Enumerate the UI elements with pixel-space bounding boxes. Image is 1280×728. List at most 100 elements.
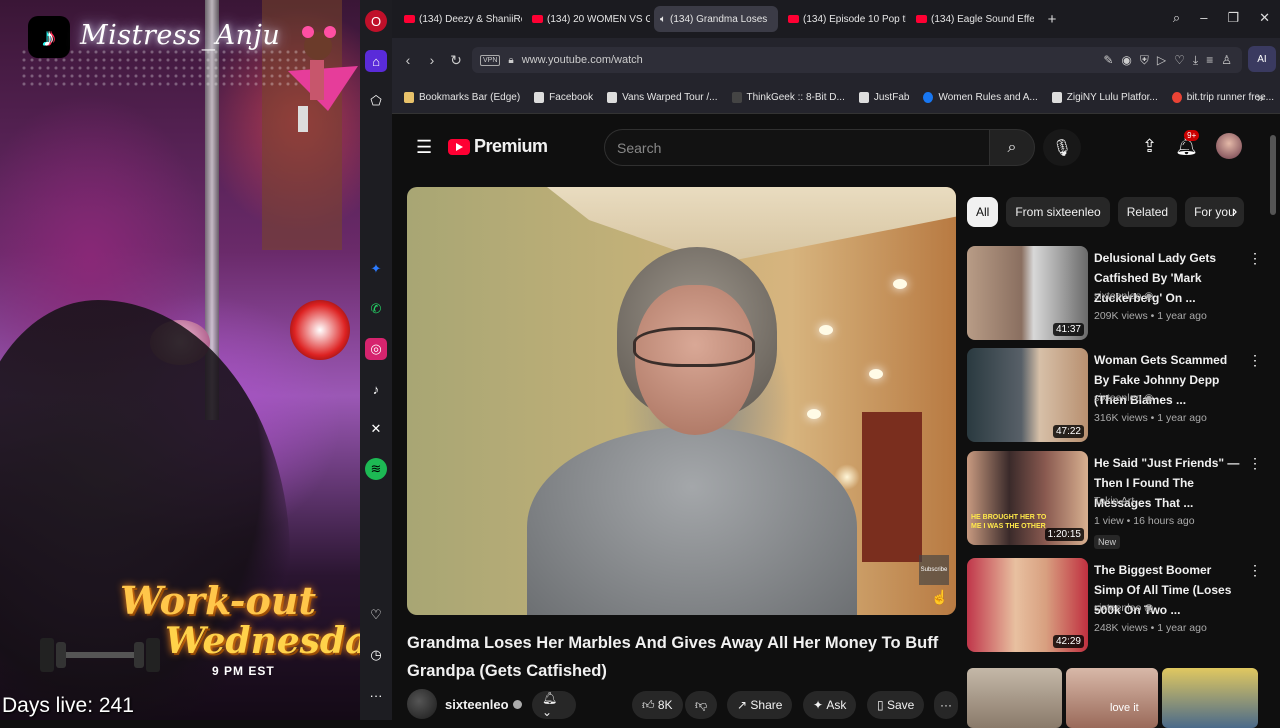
forward-button[interactable]: › <box>420 52 444 68</box>
dislike-button[interactable]: 👎︎ <box>685 691 718 719</box>
aria-ai-button[interactable]: AI <box>1248 46 1276 72</box>
recommendation-channel[interactable]: sixteenleo ◉ <box>1094 290 1153 302</box>
search-tabs-icon[interactable]: ⌕ <box>1173 10 1180 26</box>
save-button[interactable]: ▯ Save <box>867 691 925 719</box>
more-vert-icon[interactable]: ⋮ <box>1248 562 1262 579</box>
user-avatar[interactable] <box>1216 133 1242 159</box>
url-text[interactable]: www.youtube.com/watch <box>522 54 643 66</box>
video-duration: 42:29 <box>1052 635 1084 648</box>
tab[interactable]: (134) Episode 10 Pop the <box>782 6 906 32</box>
page-scrollbar[interactable] <box>1270 135 1276 215</box>
tab[interactable]: (134) Eagle Sound Effect <box>910 6 1034 32</box>
channel-name[interactable]: sixteenleo <box>445 697 509 712</box>
camera-icon[interactable]: ◉ <box>1121 53 1131 68</box>
recommendation-channel[interactable]: sixteenleo ◉ <box>1094 392 1153 404</box>
address-bar-actions: ✎ ◉ ⛨ ▷ ♡ ⤓ ≡ ♙ <box>1103 53 1232 68</box>
more-options-icon[interactable]: ··· <box>365 684 387 706</box>
new-tab-button[interactable]: + <box>1042 11 1062 28</box>
x-twitter-icon[interactable]: ✕ <box>365 418 387 440</box>
bookmark-item[interactable]: ZigiNY Lulu Platfor... <box>1051 92 1158 103</box>
bookmark-item[interactable]: Women Rules and A... <box>923 92 1038 103</box>
video-thumbnail[interactable] <box>967 668 1062 728</box>
video-thumbnail[interactable]: 41:37 <box>967 246 1088 340</box>
like-button[interactable]: 👍︎ 8K <box>632 691 683 719</box>
search-input[interactable]: Search <box>604 129 989 166</box>
notifications-bell-icon[interactable]: 🔔︎ 9+ <box>1175 129 1200 157</box>
tab[interactable]: (134) 20 WOMEN VS GLO <box>526 6 650 32</box>
messenger-icon[interactable]: ✦ <box>365 258 387 280</box>
chip-related[interactable]: Related <box>1117 197 1178 227</box>
video-thumbnail[interactable]: 42:29 <box>967 558 1088 652</box>
dumbbell-icon <box>40 638 160 672</box>
tab-label: (134) Grandma Loses <box>670 13 768 25</box>
ask-button[interactable]: ✦ Ask <box>803 691 857 719</box>
bookmark-item[interactable]: Vans Warped Tour /... <box>607 92 718 103</box>
channel-avatar[interactable] <box>407 689 437 719</box>
menu-icon[interactable]: ≡ <box>1206 53 1213 68</box>
bookmark-item[interactable]: Bookmarks Bar (Edge) <box>404 92 520 103</box>
address-bar[interactable]: VPN 🔒︎ www.youtube.com/watch ✎ ◉ ⛨ ▷ ♡ ⤓… <box>472 47 1242 73</box>
minimize-button[interactable]: – <box>1200 10 1207 26</box>
subscribe-watermark[interactable]: Subscribe <box>919 555 949 585</box>
video-thumbnail[interactable]: love it <box>1066 668 1158 728</box>
recommendation-item[interactable]: 47:22 Woman Gets Scammed By Fake Johnny … <box>967 348 1267 444</box>
profile-icon[interactable]: ♙ <box>1221 53 1232 68</box>
voice-search-button[interactable]: 🎙︎ <box>1043 129 1081 166</box>
tiktok-icon[interactable]: ♪ <box>365 378 387 400</box>
play-icon[interactable]: ▷ <box>1157 53 1166 68</box>
lock-icon[interactable]: 🔒︎ <box>508 55 513 66</box>
vpn-badge[interactable]: VPN <box>480 54 501 66</box>
youtube-header: ☰ Premium Search ⌕ 🎙︎ ⇪ 🔔︎ 9+ <box>392 115 1280 215</box>
upload-icon[interactable]: ⇪ <box>1142 136 1157 157</box>
instagram-icon[interactable]: ◎ <box>365 338 387 360</box>
favorites-heart-icon[interactable]: ♡ <box>365 604 387 626</box>
chevron-right-icon[interactable]: › <box>1232 203 1237 221</box>
back-button[interactable]: ‹ <box>396 52 420 68</box>
browser-sidebar: O ⌂ ⬠ ✦ ✆ ◎ ♪ ✕ ≋ ♡ ◷ ··· <box>360 0 392 720</box>
whatsapp-icon[interactable]: ✆ <box>365 298 387 320</box>
more-vert-icon[interactable]: ⋮ <box>1248 250 1262 267</box>
hamburger-menu-icon[interactable]: ☰ <box>416 137 432 158</box>
edit-icon[interactable]: ✎ <box>1103 53 1113 68</box>
more-vert-icon[interactable]: ⋮ <box>1248 352 1262 369</box>
spotify-icon[interactable]: ≋ <box>365 458 387 480</box>
video-thumbnail[interactable] <box>1162 668 1258 728</box>
youtube-logo[interactable]: Premium <box>448 136 548 157</box>
notification-bell-button[interactable]: 🔔︎ ⌄ <box>532 691 576 719</box>
reload-button[interactable]: ↻ <box>444 52 468 69</box>
more-vert-icon[interactable]: ⋮ <box>1248 455 1262 472</box>
bookmark-item[interactable]: JustFab <box>858 92 909 103</box>
video-thumbnail[interactable]: HE BROUGHT HER TO ME I WAS THE OTHER 1:2… <box>967 451 1088 545</box>
close-button[interactable]: ✕ <box>1259 10 1270 26</box>
shield-icon[interactable]: ⛨ <box>1140 53 1149 68</box>
sparkle-icon: ✦ <box>813 698 824 712</box>
share-button[interactable]: ↗ Share <box>727 691 793 719</box>
recommendation-item[interactable]: 42:29 The Biggest Boomer Simp Of All Tim… <box>967 558 1267 654</box>
tab[interactable]: (134) Deezy & ShaniiRose <box>398 6 522 32</box>
video-thumbnail[interactable]: 47:22 <box>967 348 1088 442</box>
bookmark-item[interactable]: Facebook <box>534 92 593 103</box>
bookmarks-overflow-icon[interactable]: » <box>1257 90 1264 105</box>
filter-chips: All From sixteenleo Related For you <box>967 197 1257 227</box>
chip-all[interactable]: All <box>967 197 999 227</box>
chip-from-channel[interactable]: From sixteenleo <box>1006 197 1110 227</box>
bookmark-item[interactable]: ThinkGeek :: 8-Bit D... <box>731 92 845 103</box>
heart-icon[interactable]: ♡ <box>1174 53 1185 68</box>
maximize-button[interactable]: ❐ <box>1227 10 1239 26</box>
more-actions-button[interactable]: ··· <box>934 691 958 719</box>
download-icon[interactable]: ⤓ <box>1193 53 1198 68</box>
recommendation-channel[interactable]: Tokin Art <box>1094 495 1134 507</box>
video-player[interactable]: Subscribe ☝ <box>407 187 956 615</box>
history-clock-icon[interactable]: ◷ <box>365 644 387 666</box>
pinboard-icon[interactable]: ⬠ <box>365 90 387 112</box>
recommendation-item[interactable]: HE BROUGHT HER TO ME I WAS THE OTHER 1:2… <box>967 451 1267 549</box>
recommendation-item[interactable]: 41:37 Delusional Lady Gets Catfished By … <box>967 246 1267 342</box>
recommendation-channel[interactable]: sixteenleo ◉ <box>1094 602 1153 614</box>
recommendation-meta: 1 view • 16 hours ago <box>1094 515 1195 527</box>
tab-active[interactable]: 🔈︎ (134) Grandma Loses <box>654 6 778 32</box>
bookmark-label: Bookmarks Bar (Edge) <box>419 92 521 103</box>
home-icon[interactable]: ⌂ <box>365 50 387 72</box>
search-button[interactable]: ⌕ <box>989 129 1035 166</box>
window-controls: ⌕ – ❐ ✕ <box>1173 10 1270 26</box>
opera-logo-icon[interactable]: O <box>365 10 387 32</box>
